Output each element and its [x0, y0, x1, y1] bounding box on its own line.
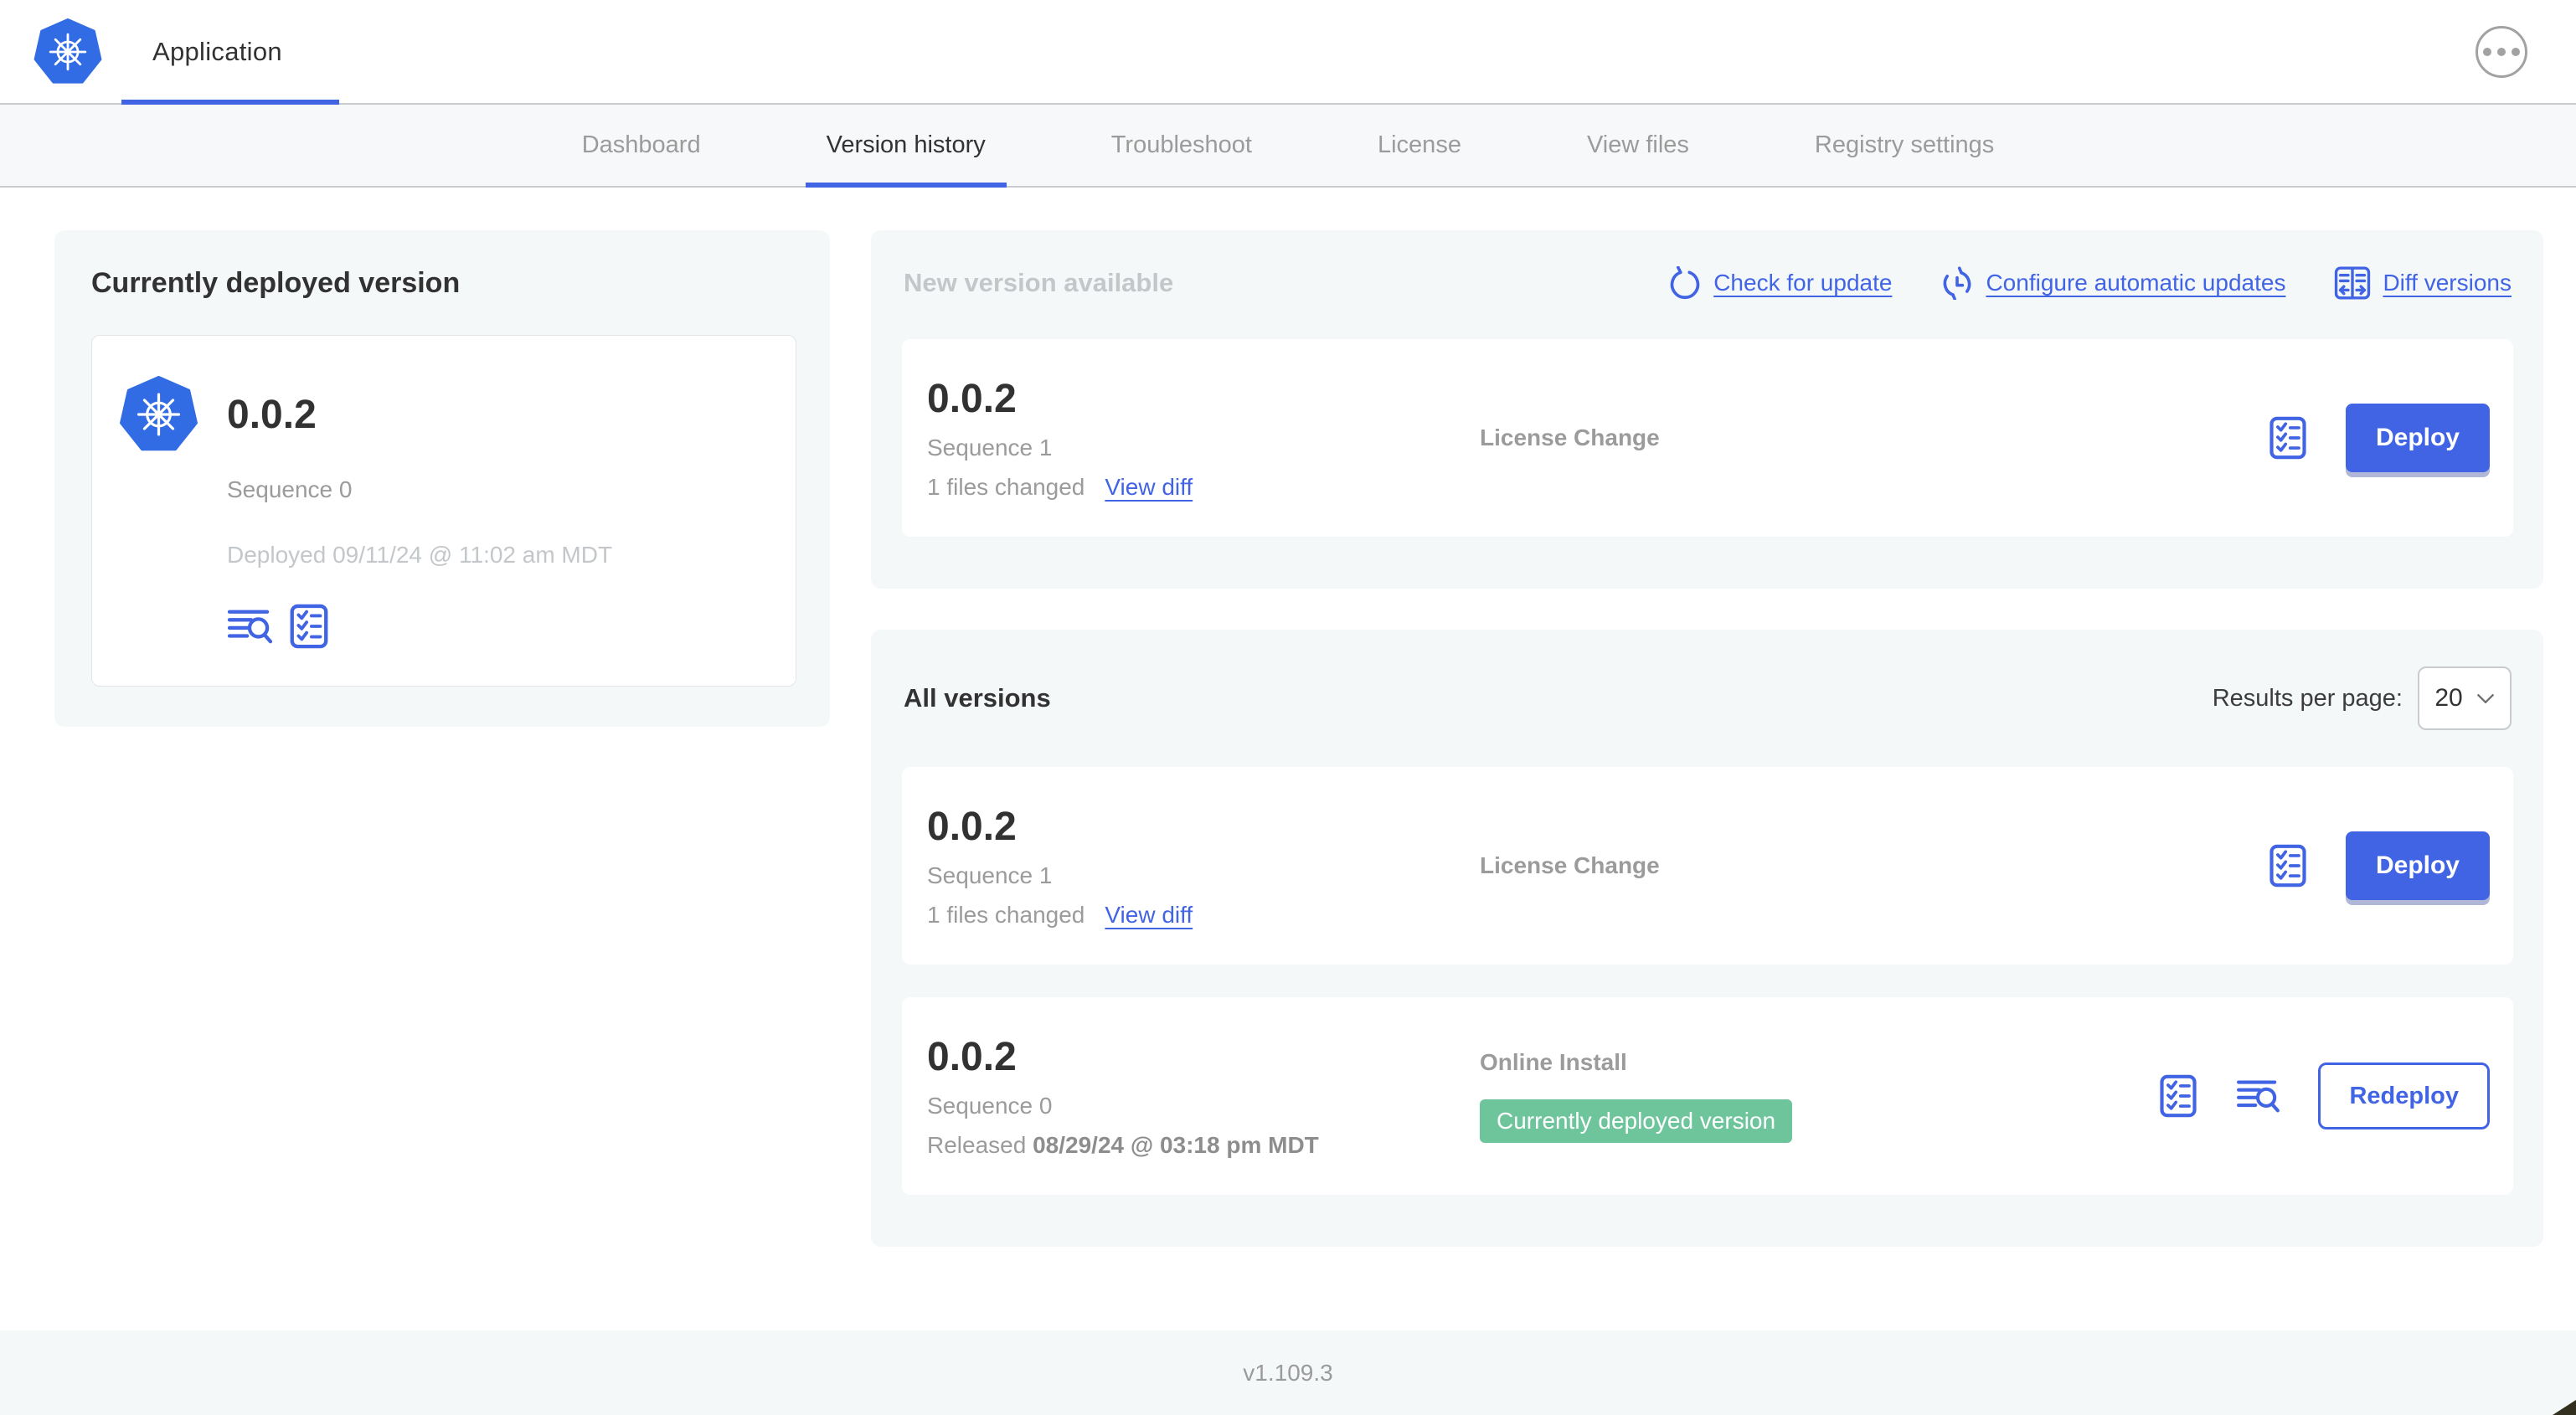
new-version-section: New version available Check for update C… [871, 230, 2543, 589]
version-type-label: License Change [1480, 852, 1660, 878]
app-version-logo-icon [119, 376, 198, 453]
tab-registry-settings[interactable]: Registry settings [1794, 105, 2015, 186]
version-sequence: Sequence 1 [927, 862, 1053, 888]
currently-deployed-card: 0.0.2 Sequence 0 Deployed 09/11/24 @ 11:… [91, 335, 796, 687]
tab-license[interactable]: License [1357, 105, 1482, 186]
app-footer: v1.109.3 [0, 1330, 2576, 1415]
preflight-checks-icon[interactable] [2159, 1074, 2197, 1118]
view-diff-link[interactable]: View diff [1105, 902, 1193, 929]
all-versions-title: All versions [904, 683, 1051, 713]
ellipsis-icon [2483, 47, 2491, 56]
currently-deployed-title: Currently deployed version [91, 267, 461, 299]
admin-console-page: Application Dashboard Version history Tr… [0, 0, 2576, 1415]
deploy-button[interactable]: Deploy [2345, 831, 2490, 900]
version-type-label: Online Install [1480, 1049, 1627, 1075]
results-per-page-label: Results per page: [2212, 684, 2403, 712]
deployed-sequence: Sequence 0 [227, 476, 353, 502]
files-changed-label: 1 files changed [927, 901, 1085, 928]
preflight-checks-icon[interactable] [2269, 844, 2307, 888]
files-changed-label: 1 files changed [927, 473, 1085, 500]
console-version: v1.109.3 [1243, 1359, 1333, 1386]
preflight-checks-icon[interactable] [2269, 416, 2307, 460]
currently-deployed-section: Currently deployed version 0.0.2 Sequenc… [54, 230, 830, 727]
tab-troubleshoot[interactable]: Troubleshoot [1090, 105, 1273, 186]
chevron-down-icon [2476, 693, 2494, 703]
redeploy-button[interactable]: Redeploy [2318, 1063, 2490, 1129]
tab-bar: Dashboard Version history Troubleshoot L… [0, 105, 2576, 188]
diff-versions-link[interactable]: Diff versions [2334, 265, 2512, 301]
version-sequence: Sequence 1 [927, 434, 1053, 461]
kubernetes-logo-icon [33, 18, 102, 85]
corner-wedge [2553, 1400, 2576, 1415]
currently-deployed-badge: Currently deployed version [1480, 1099, 1793, 1143]
tab-dashboard[interactable]: Dashboard [561, 105, 722, 186]
app-header: Application [0, 0, 2576, 105]
deploy-button[interactable]: Deploy [2345, 404, 2490, 472]
released-timestamp: Released 08/29/24 @ 03:18 pm MDT [927, 1131, 1319, 1158]
version-row: 0.0.2 Sequence 0 Released 08/29/24 @ 03:… [902, 997, 2513, 1195]
preflight-checks-icon[interactable] [289, 604, 329, 649]
configure-automatic-updates-link[interactable]: Configure automatic updates [1940, 266, 2285, 300]
schedule-update-icon [1944, 266, 1971, 300]
version-row: 0.0.2 Sequence 1 1 files changed View di… [902, 767, 2513, 965]
new-version-title: New version available [904, 268, 1174, 297]
results-per-page-select[interactable]: 20 [2418, 666, 2512, 730]
check-for-update-link[interactable]: Check for update [1668, 266, 1892, 300]
version-number: 0.0.2 [927, 804, 1017, 849]
app-title: Application [152, 36, 282, 66]
version-number: 0.0.2 [927, 376, 1017, 421]
version-type-label: License Change [1480, 424, 1660, 450]
tab-view-files[interactable]: View files [1566, 105, 1710, 186]
tab-version-history[interactable]: Version history [805, 105, 1007, 188]
deployed-version-number: 0.0.2 [227, 392, 317, 437]
version-number: 0.0.2 [927, 1034, 1017, 1079]
deploy-logs-icon[interactable] [2236, 1078, 2280, 1114]
deploy-logs-icon[interactable] [227, 607, 272, 646]
refresh-icon [1670, 266, 1700, 299]
all-versions-section: All versions Results per page: 20 0.0.2 … [871, 630, 2543, 1247]
right-column: New version available Check for update C… [871, 230, 2543, 1247]
view-diff-link[interactable]: View diff [1105, 474, 1193, 501]
deployed-timestamp: Deployed 09/11/24 @ 11:02 am MDT [227, 542, 613, 568]
overflow-menu-button[interactable] [2476, 25, 2527, 78]
diff-icon [2335, 266, 2371, 300]
new-version-row: 0.0.2 Sequence 1 1 files changed View di… [902, 339, 2513, 537]
app-title-active-underline [121, 100, 339, 105]
version-sequence: Sequence 0 [927, 1092, 1053, 1119]
main-content: Currently deployed version 0.0.2 Sequenc… [0, 188, 2576, 1330]
